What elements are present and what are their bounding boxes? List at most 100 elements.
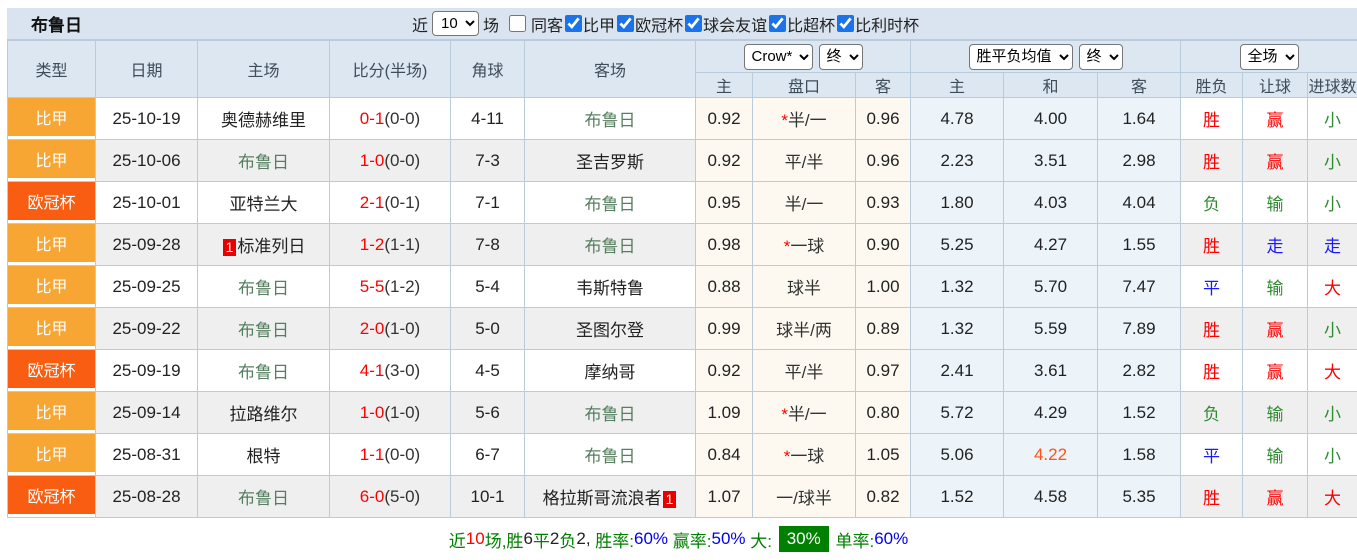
league-checkbox[interactable] — [617, 15, 634, 32]
score-cell: 1-0(0-0) — [330, 140, 451, 182]
fulltime-score: 2-0 — [360, 319, 385, 338]
result-wdl-cell: 胜 — [1181, 476, 1243, 518]
handicap-line: 球半 — [787, 279, 821, 298]
league-badge: 比甲 — [8, 98, 95, 136]
result-wdl-cell: 平 — [1181, 434, 1243, 476]
team-stats-panel: 布鲁日 近 10 场 同客 比甲欧冠杯球会友谊比超杯比利时杯 类型 日期 主场 … — [0, 0, 1357, 548]
odds-time-select[interactable]: 终 — [1079, 44, 1123, 70]
footer-segment: 50% — [712, 529, 746, 549]
col-header-home: 主场 — [198, 41, 330, 98]
odds-home-cell: 1.32 — [911, 308, 1004, 350]
odds-home-cell: 1.52 — [911, 476, 1004, 518]
odds-draw-cell: 5.59 — [1004, 308, 1098, 350]
handicap-line-cell: 半/一 — [753, 182, 856, 224]
rank-badge: 1 — [223, 239, 237, 256]
match-row: 比甲 25-08-31 根特 1-1(0-0) 6-7 布鲁日 0.84 *一球… — [8, 434, 1357, 476]
odds-away-cell: 1.64 — [1098, 98, 1181, 140]
home-team-name: 奥德赫维里 — [221, 111, 306, 130]
summary-footer: 近10场,胜6平2负2, 胜率:60% 赢率:50% 大: 30% 单率:60% — [0, 518, 1357, 560]
away-team-name: 格拉斯哥流浪者 — [543, 489, 662, 508]
handicap-away-odds-cell: 0.96 — [856, 98, 911, 140]
handicap-away-odds-cell: 0.89 — [856, 308, 911, 350]
near-label: 近 — [412, 12, 428, 36]
league-checkbox-list: 比甲欧冠杯球会友谊比超杯比利时杯 — [563, 12, 919, 36]
handicap-company-select[interactable]: Crow* — [744, 44, 813, 70]
corner-cell: 7-3 — [451, 140, 525, 182]
odds-away-cell: 1.58 — [1098, 434, 1181, 476]
handicap-away-odds-cell: 0.97 — [856, 350, 911, 392]
result-goals-cell: 小 — [1308, 140, 1357, 182]
league-badge: 比甲 — [8, 266, 95, 304]
league-checkbox[interactable] — [837, 15, 854, 32]
subcol-result-wdl: 胜负 — [1181, 73, 1243, 98]
match-row: 比甲 25-10-19 奥德赫维里 0-1(0-0) 4-11 布鲁日 0.92… — [8, 98, 1357, 140]
same-opponent-checkbox[interactable] — [509, 15, 526, 32]
handicap-time-select[interactable]: 终 — [819, 44, 863, 70]
result-goals-cell: 走 — [1308, 224, 1357, 266]
footer-segment: 2 — [550, 529, 559, 549]
score-cell: 4-1(3-0) — [330, 350, 451, 392]
league-checkbox[interactable] — [565, 15, 582, 32]
away-team-name: 圣吉罗斯 — [576, 153, 644, 172]
league-checkbox-label: 比甲 — [583, 12, 615, 36]
away-team-cell: 圣吉罗斯 — [525, 140, 696, 182]
header-select-row: 类型 日期 主场 比分(半场) 角球 客场 Crow*终 胜平负均值终 全场 — [8, 41, 1357, 73]
subcol-handicap-away: 客 — [856, 73, 911, 98]
handicap-line: 球半/两 — [776, 321, 832, 340]
result-wdl-cell: 负 — [1181, 182, 1243, 224]
scope-select[interactable]: 全场 — [1240, 44, 1299, 70]
league-filter-item: 比利时杯 — [835, 12, 919, 36]
subcol-odds-home: 主 — [911, 73, 1004, 98]
corner-cell: 5-6 — [451, 392, 525, 434]
match-row: 欧冠杯 25-09-19 布鲁日 4-1(3-0) 4-5 摩纳哥 0.92 平… — [8, 350, 1357, 392]
match-row: 比甲 25-09-22 布鲁日 2-0(1-0) 5-0 圣图尔登 0.99 球… — [8, 308, 1357, 350]
home-team-cell: 布鲁日 — [198, 140, 330, 182]
league-checkbox[interactable] — [769, 15, 786, 32]
league-filter-item: 比超杯 — [767, 12, 835, 36]
handicap-away-odds-cell: 1.00 — [856, 266, 911, 308]
handicap-line-cell: *一球 — [753, 224, 856, 266]
league-badge: 比甲 — [8, 434, 95, 472]
odds-type-select[interactable]: 胜平负均值 — [969, 44, 1073, 70]
footer-segment: 2, — [576, 529, 595, 549]
fulltime-score: 1-0 — [360, 151, 385, 170]
odds-away-cell: 1.52 — [1098, 392, 1181, 434]
odds-away-cell: 2.82 — [1098, 350, 1181, 392]
rank-badge: 1 — [663, 491, 677, 508]
match-count-select[interactable]: 10 — [432, 11, 479, 36]
away-team-cell: 格拉斯哥流浪者1 — [525, 476, 696, 518]
match-row: 比甲 25-09-25 布鲁日 5-5(1-2) 5-4 韦斯特鲁 0.88 球… — [8, 266, 1357, 308]
fulltime-score: 6-0 — [360, 487, 385, 506]
league-checkbox-label: 比利时杯 — [855, 12, 919, 36]
corner-cell: 7-8 — [451, 224, 525, 266]
handicap-line-cell: 球半/两 — [753, 308, 856, 350]
away-team-cell: 摩纳哥 — [525, 350, 696, 392]
odds-away-cell: 2.98 — [1098, 140, 1181, 182]
corner-cell: 4-5 — [451, 350, 525, 392]
away-team-name: 布鲁日 — [585, 237, 636, 256]
result-wdl-cell: 胜 — [1181, 98, 1243, 140]
league-cell: 欧冠杯 — [8, 182, 96, 224]
result-goals-cell: 小 — [1308, 308, 1357, 350]
result-goals-cell: 小 — [1308, 392, 1357, 434]
col-header-away: 客场 — [525, 41, 696, 98]
corner-cell: 7-1 — [451, 182, 525, 224]
home-team-name: 拉路维尔 — [230, 405, 298, 424]
match-row: 比甲 25-09-28 1标准列日 1-2(1-1) 7-8 布鲁日 0.98 … — [8, 224, 1357, 266]
home-team-name: 标准列日 — [237, 237, 305, 256]
result-wdl-cell: 平 — [1181, 266, 1243, 308]
league-cell: 比甲 — [8, 308, 96, 350]
handicap-line-cell: 平/半 — [753, 140, 856, 182]
result-handicap-cell: 赢 — [1243, 476, 1308, 518]
score-cell: 1-0(1-0) — [330, 392, 451, 434]
result-wdl-cell: 负 — [1181, 392, 1243, 434]
away-team-cell: 布鲁日 — [525, 224, 696, 266]
col-header-date: 日期 — [96, 41, 198, 98]
result-goals-cell: 小 — [1308, 98, 1357, 140]
league-checkbox[interactable] — [685, 15, 702, 32]
same-opponent-label: 同客 — [531, 12, 563, 36]
handicap-away-odds-cell: 1.05 — [856, 434, 911, 476]
league-cell: 比甲 — [8, 392, 96, 434]
date-cell: 25-09-22 — [96, 308, 198, 350]
matches-label: 场 — [483, 12, 499, 36]
